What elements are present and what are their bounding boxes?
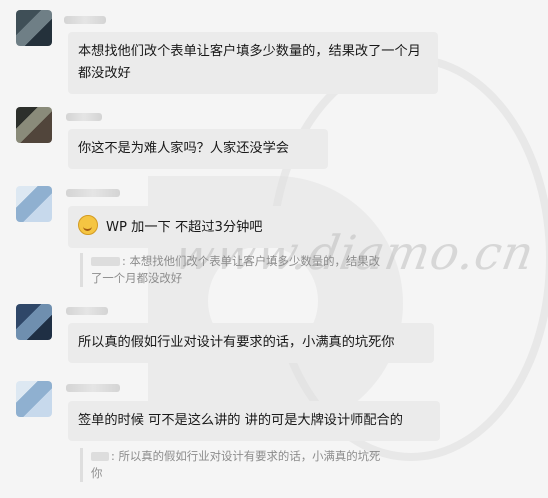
message-bubble: WP 加一下 不超过3分钟吧 bbox=[68, 206, 288, 248]
message-bubble: 本想找他们改个表单让客户填多少数量的，结果改了一个月都没改好 bbox=[68, 32, 438, 94]
sender-name bbox=[64, 16, 106, 24]
quoted-reply: : 所以真的假如行业对设计有要求的话，小满真的坑死你 bbox=[80, 448, 381, 482]
grin-emoji-icon bbox=[78, 215, 98, 235]
sender-name bbox=[66, 113, 102, 121]
avatar bbox=[16, 304, 52, 340]
sender-name bbox=[66, 189, 120, 197]
quoted-text: : 所以真的假如行业对设计有要求的话，小满真的坑死你 bbox=[91, 449, 381, 480]
message-bubble: 所以真的假如行业对设计有要求的话，小满真的坑死你 bbox=[68, 323, 434, 363]
avatar bbox=[16, 107, 52, 143]
message-bubble: 你这不是为难人家吗？人家还没学会 bbox=[68, 129, 328, 169]
avatar bbox=[16, 10, 52, 46]
avatar bbox=[16, 186, 52, 222]
avatar bbox=[16, 381, 52, 417]
sender-name bbox=[66, 384, 120, 392]
quoted-sender-name bbox=[91, 257, 120, 266]
quoted-reply: : 本想找他们改个表单让客户填多少数量的，结果改了一个月都没改好 bbox=[80, 253, 386, 287]
quoted-sender-name bbox=[91, 452, 109, 461]
message-text: WP 加一下 不超过3分钟吧 bbox=[106, 220, 263, 235]
message-bubble: 签单的时候 可不是这么讲的 讲的可是大牌设计师配合的 bbox=[68, 401, 440, 441]
quoted-text: : 本想找他们改个表单让客户填多少数量的，结果改了一个月都没改好 bbox=[91, 254, 381, 285]
sender-name bbox=[66, 307, 108, 315]
